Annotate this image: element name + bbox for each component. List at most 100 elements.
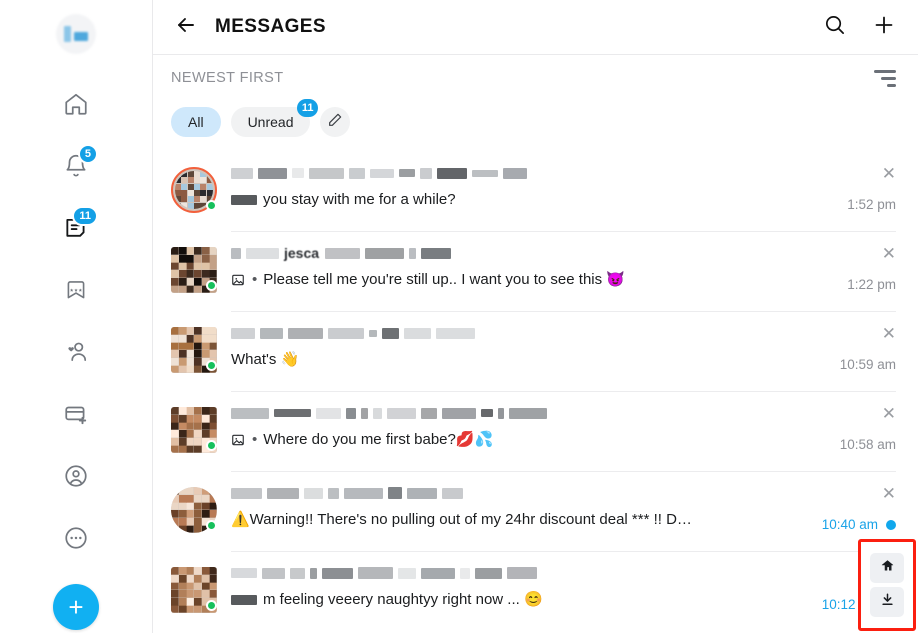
compose-button[interactable] <box>320 107 351 137</box>
sidebar-item-profile[interactable] <box>52 452 100 500</box>
avatar[interactable] <box>171 407 217 453</box>
message-timestamp: 10:40 am <box>821 517 878 532</box>
redacted-name-block <box>409 247 417 259</box>
sender-name <box>231 563 786 583</box>
message-preview-text: Where do you me first babe?💋💦 <box>263 431 494 448</box>
sidebar-item-more[interactable] <box>52 514 100 562</box>
message-list[interactable]: you stay with me for a while? ✕ 1:52 pm jes… <box>153 151 918 633</box>
online-status-dot <box>206 600 217 611</box>
filter-chips: All Unread 11 <box>153 99 918 151</box>
message-row[interactable]: jesca • Please tell me you're still up.. I… <box>153 231 918 311</box>
message-row[interactable]: • Where do you me first babe?💋💦 ✕ 10:58 am <box>153 391 918 471</box>
online-status-dot <box>206 200 217 211</box>
close-icon[interactable]: ✕ <box>882 405 896 422</box>
page-title: MESSAGES <box>215 16 326 37</box>
redacted-name-block <box>498 407 504 419</box>
sidebar-item-collections[interactable] <box>52 266 100 314</box>
photo-attachment-icon <box>231 273 245 287</box>
new-post-fab[interactable]: + <box>53 584 99 630</box>
redacted-name-block <box>346 407 356 419</box>
message-preview: ⚠️Warning!! There's no pulling out of my… <box>231 510 786 530</box>
redacted-name-block <box>507 567 537 579</box>
redacted-name-block <box>231 247 241 259</box>
message-meta: ✕ 1:22 pm <box>796 243 896 292</box>
sender-name <box>231 483 786 503</box>
avatar[interactable] <box>171 327 217 373</box>
back-button[interactable] <box>171 12 201 42</box>
unread-indicator-dot <box>886 519 896 530</box>
sort-label: NEWEST FIRST <box>171 70 284 86</box>
redacted-name-block <box>373 407 382 419</box>
top-bar: MESSAGES <box>153 0 918 55</box>
redacted-name-block <box>231 167 253 179</box>
blurred-logo-icon <box>64 26 71 42</box>
message-preview-text: ⚠️Warning!! There's no pulling out of my… <box>231 511 692 528</box>
sort-lines-icon[interactable] <box>874 69 896 87</box>
sidebar-item-home[interactable] <box>52 80 100 128</box>
message-row[interactable]: ⚠️Warning!! There's no pulling out of my… <box>153 471 918 551</box>
redacted-name-block <box>231 407 269 419</box>
unread-count-badge: 11 <box>296 99 319 117</box>
redacted-name-block <box>349 167 365 179</box>
close-icon[interactable]: ✕ <box>882 165 896 182</box>
search-icon <box>823 13 846 41</box>
message-body: m feeling veeery naughtyy right now ... … <box>231 563 796 610</box>
preview-bullet: • <box>252 271 258 288</box>
close-icon[interactable]: ✕ <box>882 245 896 262</box>
message-row[interactable]: What's 👋 ✕ 10:59 am <box>153 311 918 391</box>
online-status-dot <box>206 360 217 371</box>
redacted-name-block <box>344 487 383 499</box>
message-row[interactable]: m feeling veeery naughtyy right now ... … <box>153 551 918 631</box>
download-icon <box>880 592 895 612</box>
redacted-name-block <box>370 168 394 178</box>
message-body: jesca • Please tell me you're still up.. I… <box>231 243 796 290</box>
search-button[interactable] <box>820 13 848 41</box>
redacted-name-block <box>322 567 353 579</box>
filter-chip-unread[interactable]: Unread 11 <box>230 99 319 137</box>
sender-name-partial: jesca <box>284 245 320 261</box>
redacted-name-block <box>407 487 437 499</box>
redacted-name-block <box>365 247 405 259</box>
redacted-name-block <box>328 327 364 339</box>
message-meta: ✕ 10:59 am <box>796 323 896 372</box>
app-logo[interactable] <box>56 14 96 54</box>
avatar[interactable] <box>171 247 217 293</box>
sender-name <box>231 323 786 343</box>
redacted-name-block <box>421 247 452 259</box>
avatar[interactable] <box>171 567 217 613</box>
redacted-name-block <box>310 567 317 579</box>
message-timestamp: 10:59 am <box>839 357 896 372</box>
blurred-logo-icon-secondary <box>74 32 88 41</box>
avatar[interactable] <box>171 487 217 533</box>
close-icon[interactable]: ✕ <box>882 325 896 342</box>
sidebar-item-notifications[interactable]: 5 <box>52 142 100 190</box>
message-preview: you stay with me for a while? <box>231 190 786 210</box>
redacted-name-block <box>258 167 287 179</box>
redacted-name-block <box>399 169 415 177</box>
new-message-button[interactable] <box>870 13 898 41</box>
sidebar-item-messages[interactable]: 11 <box>52 204 100 252</box>
close-icon[interactable]: ✕ <box>882 485 896 502</box>
home-shortcut-button[interactable] <box>870 553 904 583</box>
download-shortcut-button[interactable] <box>870 587 904 617</box>
redacted-name-block <box>398 567 416 579</box>
message-body: you stay with me for a while? <box>231 163 796 210</box>
redacted-name-block <box>231 487 262 499</box>
filter-chip-all[interactable]: All <box>171 107 221 137</box>
redacted-name-block <box>404 327 431 339</box>
avatar[interactable] <box>171 167 217 213</box>
redacted-name-block <box>274 409 311 417</box>
message-row[interactable]: you stay with me for a while? ✕ 1:52 pm <box>153 151 918 231</box>
online-status-dot <box>206 440 217 451</box>
message-body: ⚠️Warning!! There's no pulling out of my… <box>231 483 796 530</box>
message-body: • Where do you me first babe?💋💦 <box>231 403 796 450</box>
message-meta: ✕ 10:58 am <box>796 403 896 452</box>
redacted-preview-block <box>231 195 257 205</box>
redacted-name-block <box>369 329 377 337</box>
home-icon <box>63 91 89 117</box>
redacted-name-block <box>472 169 498 177</box>
sidebar-item-subscriptions[interactable] <box>52 328 100 376</box>
preview-bullet: • <box>252 431 258 448</box>
sidebar-item-payments[interactable] <box>52 390 100 438</box>
message-meta: ✕ 10:40 am <box>796 483 896 532</box>
